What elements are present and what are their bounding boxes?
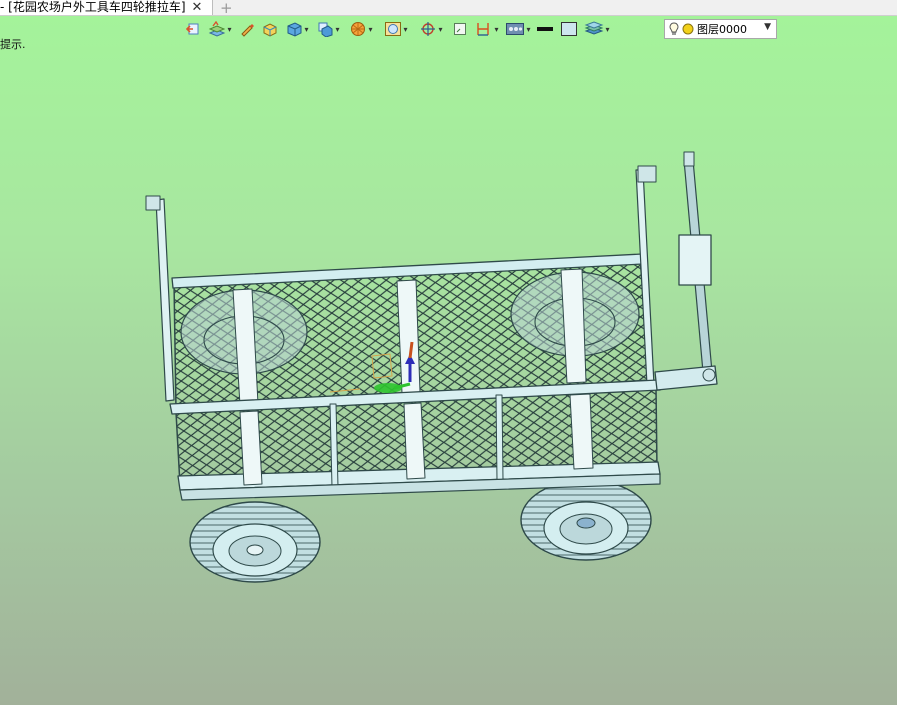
cart-model bbox=[145, 151, 718, 583]
model-viewport[interactable] bbox=[0, 0, 897, 705]
rear-right-wheel bbox=[520, 479, 652, 561]
tow-handle bbox=[654, 151, 718, 391]
rear-left-wheel bbox=[189, 501, 321, 583]
